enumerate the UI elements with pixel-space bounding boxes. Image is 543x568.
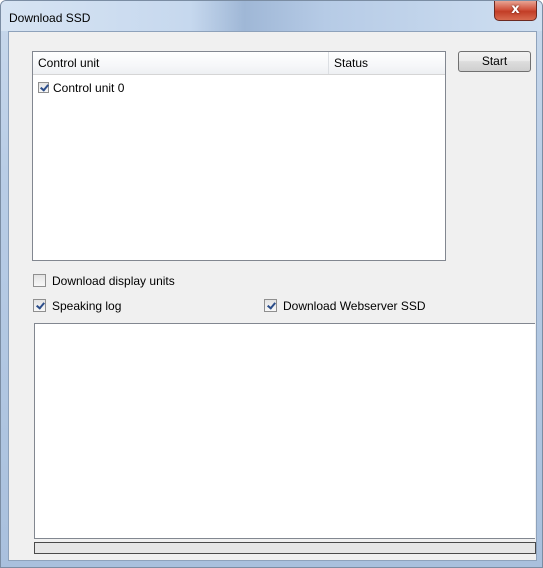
column-header-status[interactable]: Status [329,52,445,74]
close-button[interactable]: x [494,1,537,21]
column-header-control-unit[interactable]: Control unit [33,52,329,74]
download-webserver-ssd-label: Download Webserver SSD [283,298,426,313]
download-ssd-window: Download SSD x Control unit Status Contr… [0,0,543,568]
control-unit-0-checkbox[interactable] [38,82,49,94]
speaking-log-label: Speaking log [52,298,122,313]
start-button[interactable]: Start [458,51,531,72]
download-display-units-label: Download display units [52,273,175,288]
speaking-log-checkbox[interactable] [33,299,46,313]
dialog-client-area: Control unit Status Control unit 0 Start… [8,31,537,561]
list-item[interactable]: Control unit 0 [38,79,124,95]
title-bar[interactable]: Download SSD x [1,1,542,31]
download-progress-bar [34,542,536,554]
list-header: Control unit Status [33,52,445,75]
download-display-units-option[interactable]: Download display units [33,272,175,288]
control-unit-list[interactable]: Control unit Status Control unit 0 [32,51,446,261]
close-icon: x [511,2,520,17]
download-webserver-ssd-option[interactable]: Download Webserver SSD [264,297,426,313]
speaking-log-option[interactable]: Speaking log [33,297,121,313]
control-unit-0-label: Control unit 0 [53,80,125,95]
window-title: Download SSD [9,11,91,25]
log-output[interactable] [34,323,535,539]
download-display-units-checkbox[interactable] [33,274,46,288]
download-webserver-ssd-checkbox[interactable] [264,299,277,313]
